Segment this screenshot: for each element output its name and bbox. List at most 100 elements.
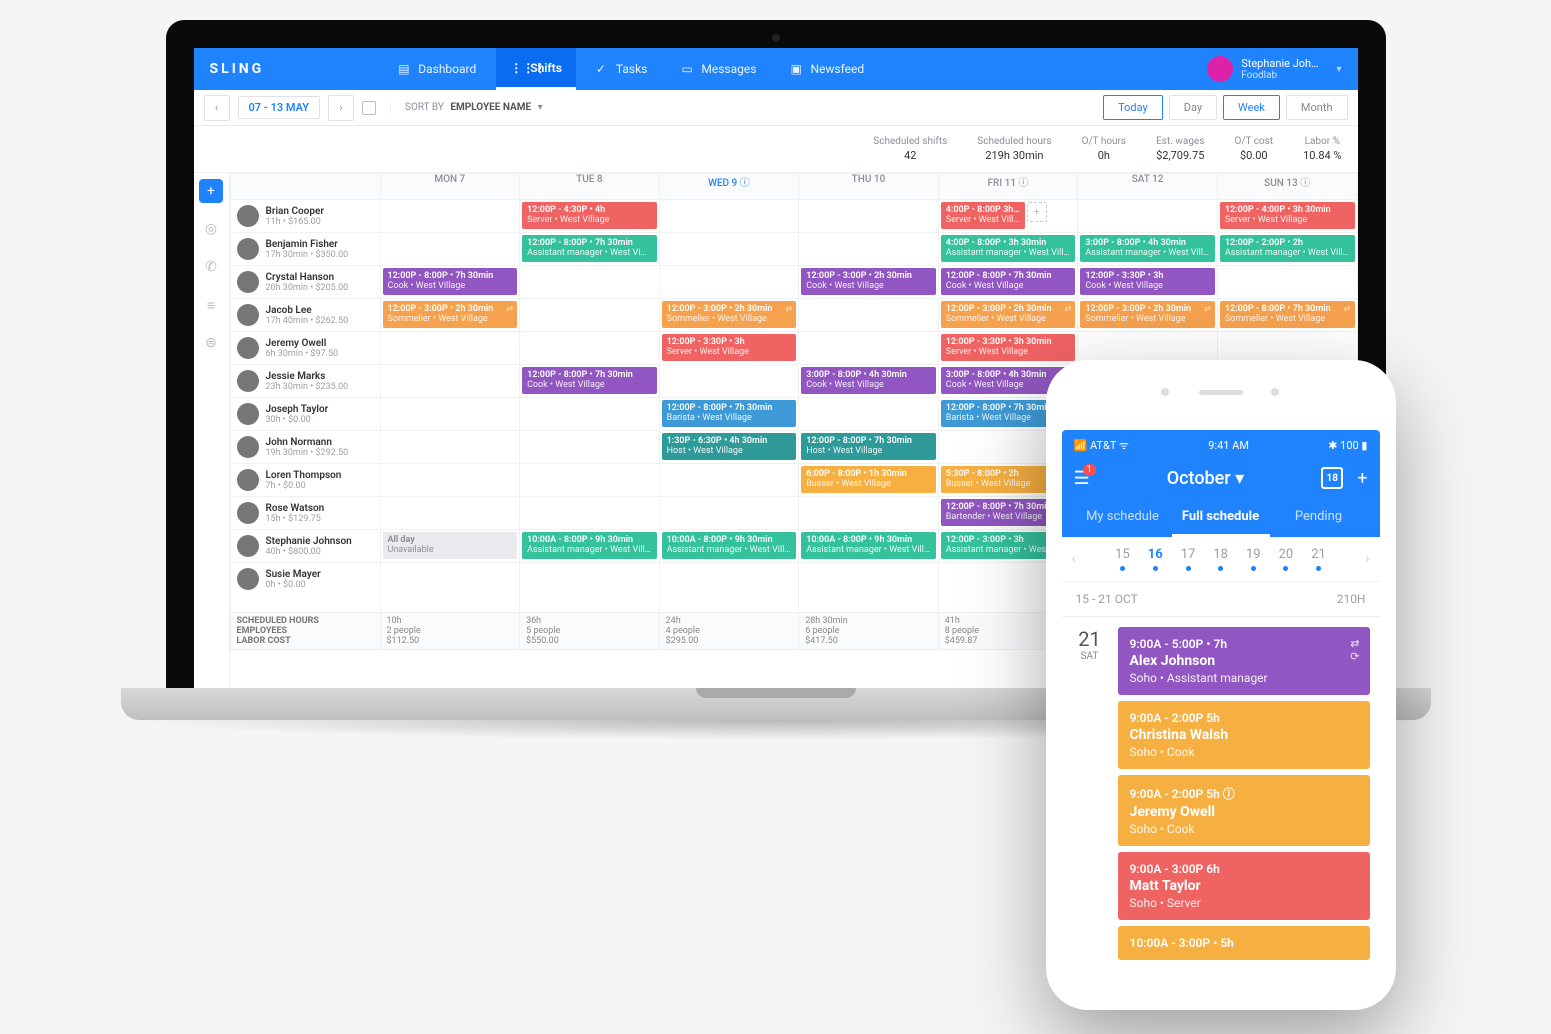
schedule-cell[interactable]: 1:30P - 6:30P • 4h 30minHost • West Vill… xyxy=(659,431,799,464)
schedule-cell[interactable] xyxy=(799,200,939,233)
day-selector[interactable]: 21 xyxy=(1311,547,1326,571)
add-shift-button[interactable]: + xyxy=(199,179,223,203)
schedule-cell[interactable] xyxy=(799,332,939,365)
add-button[interactable]: + xyxy=(1357,468,1367,489)
shift-block[interactable]: 12:00P - 8:00P • 7h 30minCook • West Vil… xyxy=(383,268,518,295)
schedule-cell[interactable] xyxy=(659,563,799,613)
schedule-cell[interactable]: 4:00P - 8:00P • 3h 30minAssistant manage… xyxy=(938,233,1078,266)
tab-my-schedule[interactable]: My schedule xyxy=(1074,499,1172,537)
day-selector[interactable]: 18 xyxy=(1213,547,1228,571)
next-icon[interactable]: › xyxy=(1365,551,1369,567)
prev-icon[interactable]: ‹ xyxy=(1072,551,1076,567)
day-selector[interactable]: 16 xyxy=(1148,547,1163,571)
schedule-cell[interactable]: 12:00P - 8:00P • 7h 30minSommelier • Wes… xyxy=(1217,299,1357,332)
shift-block[interactable]: 4:00P - 8:00P • 3h 30minAssistant manage… xyxy=(941,235,1076,262)
schedule-cell[interactable]: 12:00P - 3:00P • 2h 30minSommelier • Wes… xyxy=(1078,299,1218,332)
location-icon[interactable]: ◎ xyxy=(199,217,223,241)
schedule-cell[interactable] xyxy=(380,431,520,464)
schedule-cell[interactable]: 12:00P - 3:00P • 2h 30minSommelier • Wes… xyxy=(938,299,1078,332)
day-view-button[interactable]: Day xyxy=(1169,95,1217,120)
shift-block[interactable]: All dayUnavailable xyxy=(383,532,518,559)
schedule-cell[interactable] xyxy=(380,563,520,613)
prev-week-button[interactable]: ‹ xyxy=(204,95,230,121)
schedule-cell[interactable]: 12:00P - 3:30P • 3h 30minServer • West V… xyxy=(938,332,1078,365)
schedule-cell[interactable] xyxy=(380,233,520,266)
schedule-cell[interactable]: 12:00P - 8:00P • 7h 30minCook • West Vil… xyxy=(380,266,520,299)
shift-block[interactable]: 12:00P - 3:00P • 2h 30minCook • West Vil… xyxy=(801,268,936,295)
list-icon[interactable]: ≡ xyxy=(199,293,223,317)
shift-block[interactable]: 12:00P - 3:30P • 3h 30minServer • West V… xyxy=(941,334,1076,361)
menu-button[interactable]: ☰1 xyxy=(1074,468,1090,489)
nav-shifts[interactable]: ⋮⋮⋮Shifts xyxy=(496,48,576,90)
schedule-cell[interactable]: 12:00P - 8:00P • 7h 30minCook • West Vil… xyxy=(938,266,1078,299)
shift-block[interactable]: 12:00P - 3:30P • 3hServer • West Village xyxy=(662,334,797,361)
employee-cell[interactable]: Loren Thompson7h • $0.00 xyxy=(231,464,380,496)
schedule-cell[interactable]: All dayUnavailable xyxy=(380,530,520,563)
schedule-cell[interactable]: 10:00A - 8:00P • 9h 30minAssistant manag… xyxy=(659,530,799,563)
shift-block[interactable]: 6:00P - 8:00P • 1h 30minBusser • West Vi… xyxy=(801,466,936,493)
schedule-cell[interactable] xyxy=(520,266,660,299)
schedule-cell[interactable]: 6:00P - 8:00P • 1h 30minBusser • West Vi… xyxy=(799,464,939,497)
day-selector[interactable]: 20 xyxy=(1279,547,1294,571)
nav-messages[interactable]: ▭Messages xyxy=(667,48,770,90)
employee-cell[interactable]: John Normann19h 30min • $292.50 xyxy=(231,431,380,463)
next-week-button[interactable]: › xyxy=(328,95,354,121)
schedule-cell[interactable]: 12:00P - 3:30P • 3hCook • West Village xyxy=(1078,266,1218,299)
user-menu[interactable]: Stephanie Joh… Foodlab ▾ xyxy=(1207,56,1341,82)
schedule-cell[interactable] xyxy=(380,497,520,530)
shift-block[interactable]: 3:00P - 8:00P • 4h 30minAssistant manage… xyxy=(1080,235,1215,262)
employee-cell[interactable]: Benjamin Fisher17h 30min • $350.00 xyxy=(231,233,380,265)
schedule-cell[interactable] xyxy=(1078,200,1218,233)
schedule-cell[interactable] xyxy=(1217,266,1357,299)
shift-block[interactable]: 3:00P - 8:00P • 4h 30minCook • West Vill… xyxy=(801,367,936,394)
employee-cell[interactable]: Jeremy Owell6h 30min • $97.50 xyxy=(231,332,380,364)
schedule-cell[interactable]: 12:00P - 8:00P • 7h 30minAssistant manag… xyxy=(520,233,660,266)
shift-block[interactable]: 12:00P - 3:00P • 2h 30minSommelier • Wes… xyxy=(1080,301,1215,328)
schedule-cell[interactable] xyxy=(520,464,660,497)
schedule-cell[interactable] xyxy=(380,365,520,398)
schedule-cell[interactable] xyxy=(799,299,939,332)
month-selector[interactable]: October ▾ xyxy=(1167,468,1244,489)
shift-block[interactable]: 12:00P - 3:00P • 2h 30minSommelier • Wes… xyxy=(383,301,518,328)
filter-icon[interactable]: ⊜ xyxy=(199,331,223,355)
schedule-cell[interactable]: 10:00A - 8:00P • 9h 30minAssistant manag… xyxy=(799,530,939,563)
shift-block[interactable]: 12:00P - 4:00P • 3h 30minServer • West V… xyxy=(1220,202,1355,229)
shift-block[interactable]: 10:00A - 8:00P • 9h 30minAssistant manag… xyxy=(801,532,936,559)
employee-cell[interactable]: Crystal Hanson20h 30min • $205.00 xyxy=(231,266,380,298)
schedule-cell[interactable]: 12:00P - 4:00P • 3h 30minServer • West V… xyxy=(1217,200,1357,233)
shift-block[interactable]: 12:00P - 3:30P • 3hCook • West Village xyxy=(1080,268,1215,295)
calendar-icon[interactable]: 18 xyxy=(1321,467,1343,489)
shift-block[interactable]: 12:00P - 3:00P • 2h 30minSommelier • Wes… xyxy=(941,301,1076,328)
employee-cell[interactable]: Joseph Taylor30h • $0.00 xyxy=(231,398,380,430)
schedule-cell[interactable]: 4:00P - 8:00P 3h…Server • West Vill…+ xyxy=(938,200,1078,233)
shift-block[interactable]: 12:00P - 8:00P • 7h 30minSommelier • Wes… xyxy=(1220,301,1355,328)
schedule-cell[interactable] xyxy=(520,398,660,431)
shift-block[interactable]: 12:00P - 4:30P • 4hServer • West Village xyxy=(522,202,657,229)
schedule-cell[interactable]: 12:00P - 3:30P • 3hServer • West Village xyxy=(659,332,799,365)
shift-block[interactable]: 12:00P - 8:00P • 7h 30minBarista • West … xyxy=(662,400,797,427)
schedule-cell[interactable] xyxy=(659,233,799,266)
employee-cell[interactable]: Brian Cooper11h • $165.00 xyxy=(231,200,380,232)
schedule-cell[interactable]: 12:00P - 3:00P • 2h 30minSommelier • Wes… xyxy=(659,299,799,332)
schedule-cell[interactable]: 10:00A - 8:00P • 9h 30minAssistant manag… xyxy=(520,530,660,563)
schedule-cell[interactable] xyxy=(520,497,660,530)
schedule-cell[interactable]: 3:00P - 8:00P • 4h 30minCook • West Vill… xyxy=(799,365,939,398)
shift-card[interactable]: 9:00A - 2:00P 5h ⓘJeremy OwellSoho • Coo… xyxy=(1118,775,1370,846)
employee-cell[interactable]: Rose Watson15h • $129.75 xyxy=(231,497,380,529)
schedule-cell[interactable] xyxy=(380,464,520,497)
shift-card[interactable]: 10:00A - 3:00P • 5h xyxy=(1118,926,1370,960)
schedule-cell[interactable] xyxy=(799,233,939,266)
schedule-cell[interactable] xyxy=(380,398,520,431)
schedule-cell[interactable] xyxy=(380,332,520,365)
tab-pending[interactable]: Pending xyxy=(1270,499,1368,537)
schedule-cell[interactable] xyxy=(659,200,799,233)
today-button[interactable]: Today xyxy=(1103,95,1163,120)
schedule-cell[interactable] xyxy=(799,497,939,530)
shift-block[interactable]: 12:00P - 8:00P • 7h 30minCook • West Vil… xyxy=(522,367,657,394)
tab-full-schedule[interactable]: Full schedule xyxy=(1172,499,1270,537)
shift-block[interactable]: 12:00P - 8:00P • 7h 30minHost • West Vil… xyxy=(801,433,936,460)
shift-block[interactable]: 12:00P - 2:00P • 2hAssistant manager • W… xyxy=(1220,235,1355,262)
employee-cell[interactable]: Jacob Lee17h 40min • $262.50 xyxy=(231,299,380,331)
shift-block[interactable]: 12:00P - 8:00P • 7h 30minAssistant manag… xyxy=(522,235,657,262)
employee-cell[interactable]: Stephanie Johnson40h • $800.00 xyxy=(231,530,380,562)
